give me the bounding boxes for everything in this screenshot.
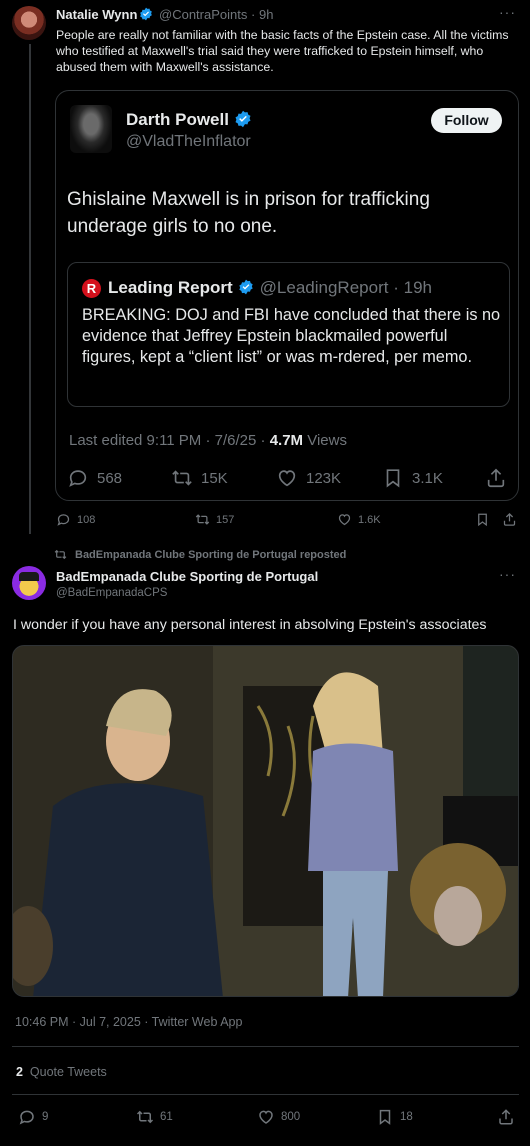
tweet-action-bar: 108 157 1.6K [0, 512, 530, 528]
bookmark-icon [382, 467, 404, 489]
tweet-text: Ghislaine Maxwell is in prison for traff… [67, 189, 430, 237]
embedded-action-bar: 568 15K 123K 3.1K [56, 467, 520, 491]
repost-count: 61 [160, 1111, 173, 1123]
heart-icon [257, 1108, 275, 1126]
author-name[interactable]: Natalie Wynn [56, 7, 137, 22]
repost-icon [54, 548, 67, 561]
heart-icon [276, 467, 298, 489]
quoted-header: Leading Report @LeadingReport · 19h [108, 278, 432, 298]
bookmark-count: 18 [400, 1111, 413, 1123]
quote-count: 2 [16, 1065, 23, 1079]
like-button[interactable]: 1.6K [337, 512, 381, 527]
bookmark-count: 3.1K [412, 469, 443, 487]
reply-count: 568 [97, 469, 123, 487]
verified-icon [238, 279, 254, 295]
repost-button[interactable]: 61 [136, 1108, 173, 1126]
repost-indicator[interactable]: BadEmpanada Clube Sporting de Portugal r… [54, 548, 346, 561]
quoted-text: BREAKING: DOJ and FBI have concluded tha… [82, 306, 501, 366]
quote-label: Quote Tweets [29, 1065, 107, 1079]
quoted-tweet: R Leading Report @LeadingReport · 19h BRE… [67, 262, 510, 407]
author-name[interactable]: BadEmpanada Clube Sporting de Portugal [56, 569, 318, 584]
tweet-action-bar: 9 61 800 18 [0, 1108, 530, 1126]
follow-button: Follow [431, 108, 502, 133]
reply-count: 9 [42, 1111, 49, 1123]
repost-icon [136, 1108, 154, 1126]
avatar [70, 105, 112, 153]
like-action: 123K [276, 467, 341, 489]
edit-meta: Last edited 9:11 PM · 7/6/25 · 4.7M View… [69, 432, 347, 449]
more-options-icon[interactable]: ··· [499, 566, 516, 582]
reply-icon [18, 1108, 36, 1126]
repost-action: 15K [171, 467, 228, 489]
share-button[interactable] [502, 512, 517, 527]
heart-icon [337, 512, 352, 527]
author-name: Leading Report [108, 278, 233, 297]
bookmark-button[interactable] [475, 512, 490, 527]
repost-icon [171, 467, 193, 489]
last-edited: Last edited 9:11 PM · 7/6/25 · [69, 432, 266, 449]
reply-button[interactable]: 9 [18, 1108, 48, 1126]
divider [12, 1046, 519, 1047]
author-handle[interactable]: @BadEmpanadaCPS [56, 587, 167, 599]
like-count: 1.6K [358, 513, 381, 526]
repost-label: BadEmpanada Clube Sporting de Portugal r… [75, 548, 347, 561]
bookmark-action: 3.1K [382, 467, 443, 489]
reply-action: 568 [67, 467, 122, 489]
like-count: 123K [306, 469, 342, 487]
tweet-media-image[interactable] [12, 645, 519, 997]
author-handle: @VladTheInflator [126, 133, 251, 150]
like-count: 800 [281, 1111, 301, 1123]
views-label: Views [307, 432, 347, 449]
share-action [485, 467, 507, 489]
like-button[interactable]: 800 [257, 1108, 300, 1126]
share-icon [485, 467, 507, 489]
thread-line [29, 44, 31, 534]
timestamp: 19h [403, 278, 432, 297]
share-icon [502, 512, 517, 527]
verified-icon [139, 7, 153, 21]
reply-count: 108 [77, 513, 96, 526]
photo-scene [13, 646, 518, 996]
quote-tweets-link[interactable]: 2 Quote Tweets [16, 1065, 107, 1079]
repost-count: 15K [201, 469, 228, 487]
avatar[interactable] [12, 6, 46, 40]
tweet-text: People are really not familiar with the … [56, 28, 509, 74]
avatar[interactable] [12, 566, 46, 600]
reply-icon [56, 512, 71, 527]
leading-report-logo: R [82, 279, 101, 298]
repost-count: 157 [216, 513, 235, 526]
divider [12, 1094, 519, 1095]
bookmark-icon [475, 512, 490, 527]
repost-button[interactable]: 157 [195, 512, 234, 527]
bookmark-icon [376, 1108, 394, 1126]
share-button[interactable] [497, 1108, 515, 1126]
more-options-icon[interactable]: ··· [499, 4, 516, 20]
views-count: 4.7M [269, 432, 304, 449]
separator: · [393, 278, 399, 297]
author-name: Darth Powell [126, 110, 254, 130]
repost-icon [195, 512, 210, 527]
embedded-tweet-card: Darth Powell @VladTheInflator Follow Ghi… [55, 90, 519, 501]
tweet-header: Natalie Wynn @ContraPoints · 9h [56, 7, 273, 22]
tweet-timestamp[interactable]: 10:46 PM · Jul 7, 2025 · Twitter Web App [15, 1015, 242, 1029]
tweet-text: I wonder if you have any personal intere… [13, 617, 487, 633]
author-handle: @LeadingReport [259, 278, 389, 297]
separator: · [251, 7, 256, 22]
reply-icon [67, 467, 89, 489]
share-icon [497, 1108, 515, 1126]
avatar-hat-shape [19, 572, 39, 581]
author-name-text: Darth Powell [126, 110, 229, 129]
verified-icon [234, 110, 252, 128]
timestamp[interactable]: 9h [259, 7, 273, 22]
author-handle[interactable]: @ContraPoints [159, 7, 247, 22]
reply-button[interactable]: 108 [56, 512, 95, 527]
bookmark-button[interactable]: 18 [376, 1108, 413, 1126]
